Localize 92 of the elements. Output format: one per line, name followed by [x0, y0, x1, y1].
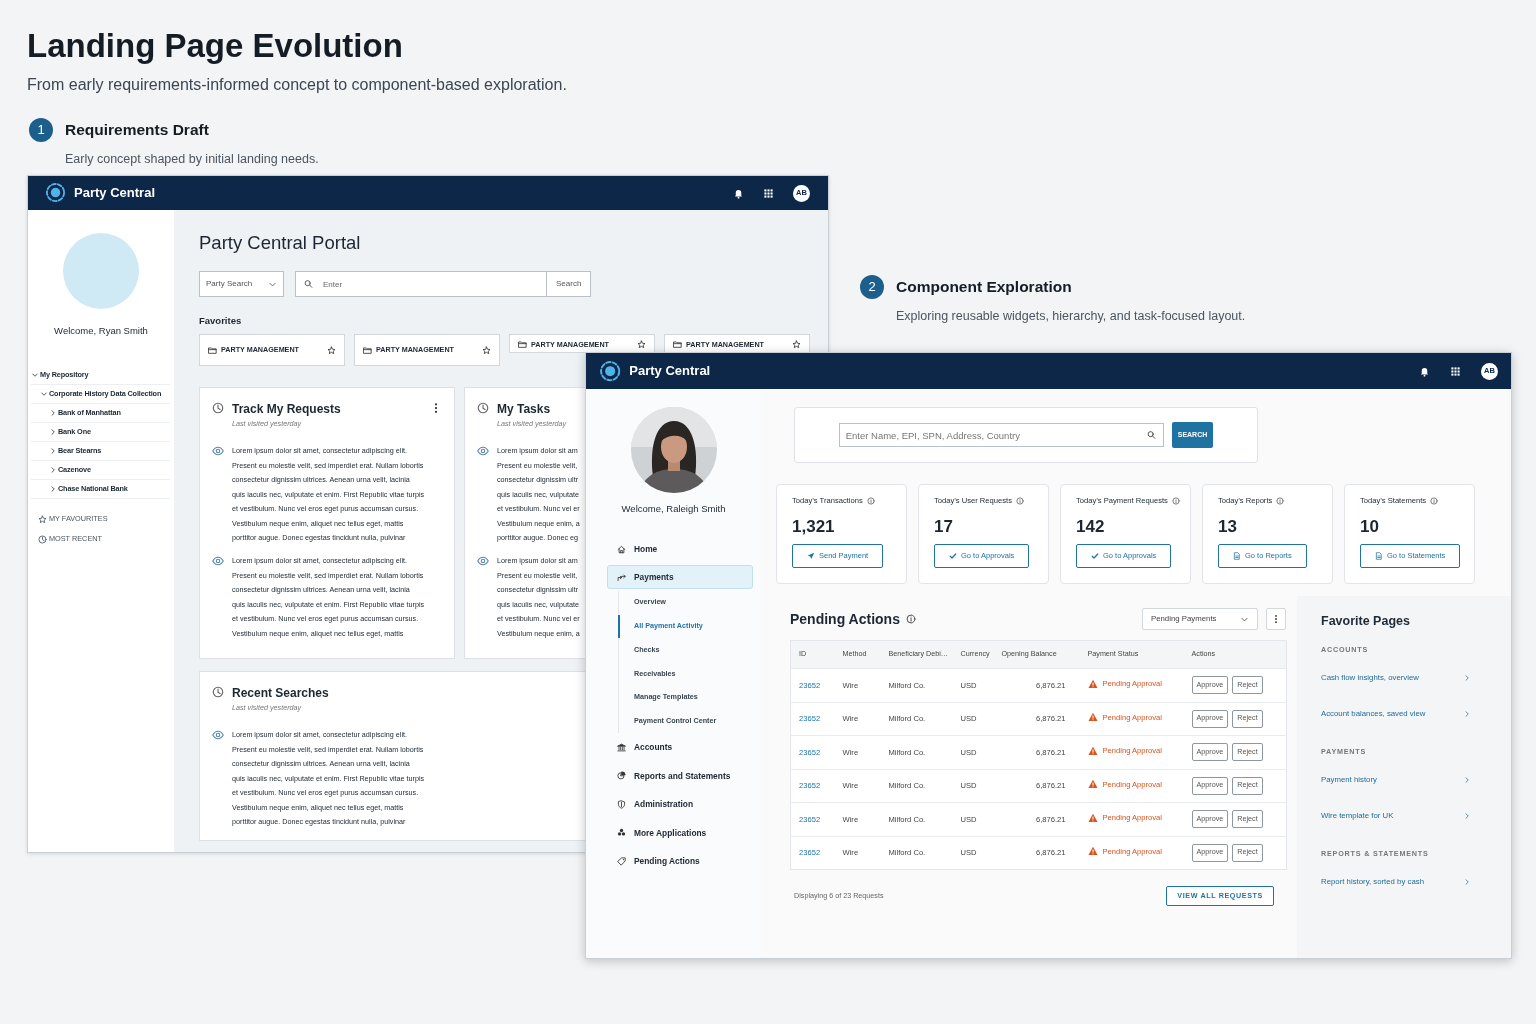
- eye-icon: [212, 729, 224, 741]
- home-icon: [617, 544, 626, 554]
- nav-item[interactable]: Administration: [607, 790, 753, 819]
- step-number-badge: 2: [860, 275, 884, 299]
- nav-item[interactable]: Reports and Statements: [607, 761, 753, 791]
- more-button[interactable]: [1266, 608, 1286, 630]
- search-button[interactable]: Search: [547, 271, 592, 297]
- info-icon: [1171, 497, 1180, 505]
- logo-icon: [45, 182, 67, 204]
- app-name: Party Central: [629, 362, 711, 381]
- portal-title: Party Central Portal: [199, 231, 362, 255]
- section-title: Pending Actions: [790, 609, 900, 629]
- folder-icon: [363, 345, 372, 355]
- info-icon: [1430, 497, 1439, 505]
- search-field[interactable]: Enter Name, EPI, SPN, Address, Country: [838, 423, 1164, 447]
- section-title: Component Exploration: [896, 277, 1073, 297]
- document-icon: [1233, 552, 1241, 560]
- warning-icon: [1087, 712, 1098, 723]
- bank-icon: [617, 742, 626, 752]
- chevron-right-icon: [1463, 710, 1471, 718]
- star-icon[interactable]: [482, 345, 491, 355]
- warning-icon: [1087, 779, 1098, 790]
- logo-icon: [599, 359, 622, 383]
- section-label: Favorites: [199, 315, 243, 327]
- star-icon: [38, 514, 47, 524]
- section-description: Exploring reusable widgets, hierarchy, and task-focused layout.: [896, 308, 1246, 325]
- star-icon[interactable]: [792, 340, 801, 349]
- grid-icon[interactable]: [1450, 365, 1461, 377]
- nav-item[interactable]: Payments: [607, 565, 753, 589]
- checkmark-icon: [1091, 552, 1099, 560]
- stat-value: 13: [1218, 516, 1238, 538]
- page-title: Landing Page Evolution: [27, 26, 403, 66]
- stat-value: 142: [1076, 516, 1106, 538]
- stat-value: 17: [934, 516, 954, 538]
- eye-icon: [212, 445, 224, 457]
- tag-icon: [617, 856, 626, 866]
- welcome-text: Welcome, Ryan Smith: [53, 325, 149, 337]
- warning-icon: [1087, 812, 1098, 823]
- section-description: Early concept shaped by initial landing needs.: [65, 151, 319, 168]
- info-icon: [905, 614, 916, 624]
- document-icon: [1375, 552, 1383, 560]
- arrows-icon: [617, 572, 626, 582]
- welcome-text: Welcome, Raleigh Smith: [620, 503, 727, 515]
- folder-icon: [208, 345, 217, 355]
- info-icon: [1276, 497, 1285, 505]
- step-number-badge: 1: [29, 118, 53, 142]
- bell-icon[interactable]: [1419, 365, 1430, 377]
- clock-icon: [212, 686, 224, 698]
- warning-icon: [1087, 846, 1098, 857]
- nav-item[interactable]: Pending Actions: [607, 847, 753, 876]
- search-field[interactable]: Enter: [295, 271, 547, 297]
- eye-icon: [212, 555, 224, 567]
- star-icon[interactable]: [637, 340, 646, 349]
- clock-icon: [38, 534, 47, 544]
- card-title: Track My Requests: [232, 402, 342, 416]
- nav-item[interactable]: Home: [607, 535, 753, 563]
- search-icon: [304, 279, 313, 289]
- page-subtitle: From early requirements-informed concept to component-based exploration.: [27, 75, 567, 95]
- clock-icon: [477, 402, 489, 414]
- card-title: My Tasks: [497, 402, 552, 416]
- scope-dropdown[interactable]: Party Search: [199, 271, 284, 297]
- eye-icon: [477, 445, 489, 457]
- pie-chart-icon: [617, 771, 626, 781]
- clock-icon: [212, 402, 224, 414]
- panel-title: Favorite Pages: [1321, 613, 1411, 630]
- shield-icon: [617, 799, 626, 809]
- chevron-right-icon: [1463, 674, 1471, 682]
- card-title: Recent Searches: [232, 686, 329, 700]
- nav-item[interactable]: Accounts: [607, 733, 753, 762]
- warning-icon: [1087, 678, 1098, 689]
- app-name: Party Central: [74, 184, 155, 203]
- nav-item[interactable]: More Applications: [607, 818, 753, 848]
- dropdown-value: Party Search: [206, 278, 253, 290]
- folder-icon: [673, 340, 682, 349]
- apps-icon: [617, 828, 626, 838]
- info-icon: [1015, 497, 1024, 505]
- chevron-right-icon: [1463, 812, 1471, 820]
- info-icon: [866, 497, 875, 505]
- stat-value: 10: [1360, 516, 1380, 538]
- bell-icon[interactable]: [733, 187, 744, 199]
- eye-icon: [477, 555, 489, 567]
- grid-icon[interactable]: [763, 187, 774, 199]
- paper-plane-icon: [807, 552, 815, 560]
- stat-value: 1,321: [792, 516, 836, 538]
- checkmark-icon: [949, 552, 957, 560]
- warning-icon: [1087, 745, 1098, 756]
- chevron-right-icon: [1463, 878, 1471, 886]
- search-icon: [1146, 430, 1156, 440]
- folder-icon: [518, 340, 527, 349]
- chevron-right-icon: [1463, 776, 1471, 784]
- section-title: Requirements Draft: [65, 120, 210, 140]
- star-icon[interactable]: [327, 345, 336, 355]
